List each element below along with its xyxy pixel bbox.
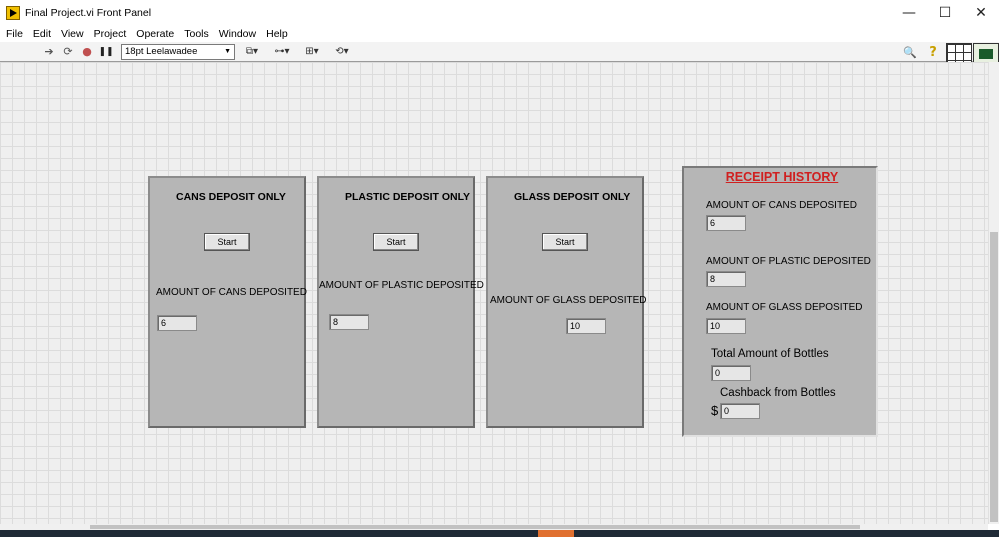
glass-deposit-panel: GLASS DEPOSIT ONLY Start AMOUNT OF GLASS… [486,176,647,428]
font-select[interactable]: 18pt Leelawadee ▼ [121,43,235,60]
vertical-scrollbar-thumb[interactable] [990,232,998,522]
taskbar-active-app[interactable] [538,530,574,537]
glass-amount-field[interactable]: 10 [566,318,606,334]
cans-amount-field[interactable]: 6 [157,315,197,331]
os-taskbar [0,530,999,537]
menu-window[interactable]: Window [214,28,261,40]
receipt-history-panel: RECEIPT HISTORY AMOUNT OF CANS DEPOSITED… [682,166,878,437]
labview-app-icon [6,6,20,20]
title-bar: Final Project.vi Front Panel — ☐ ✕ [0,0,999,26]
font-select-value: 18pt Leelawadee [125,46,198,57]
cans-deposit-panel: CANS DEPOSIT ONLY Start AMOUNT OF CANS D… [148,176,307,428]
run-continuously-icon[interactable]: ⟳ [61,45,75,59]
currency-symbol: $ [711,403,719,418]
vertical-scrollbar[interactable] [988,62,999,524]
minimize-button[interactable]: — [891,0,927,26]
plastic-amount-label: AMOUNT OF PLASTIC DEPOSITED [319,280,484,291]
close-button[interactable]: ✕ [963,0,999,26]
cashback-label: Cashback from Bottles [720,387,836,399]
maximize-button[interactable]: ☐ [927,0,963,26]
plastic-deposit-title: PLASTIC DEPOSIT ONLY [345,191,471,203]
receipt-history-title: RECEIPT HISTORY [725,170,839,184]
menu-project[interactable]: Project [89,28,132,40]
menu-operate[interactable]: Operate [131,28,179,40]
cans-amount-label: AMOUNT OF CANS DEPOSITED [156,287,307,298]
toolbar: ➔ ⟳ ● ❚❚ 18pt Leelawadee ▼ ⧉▾ ⊶▾ ⊞▾ ⟲▾ 🔍… [0,42,999,69]
chevron-down-icon: ▼ [224,48,231,55]
receipt-glass-label: AMOUNT OF GLASS DEPOSITED [706,302,863,313]
receipt-glass-field[interactable]: 10 [706,318,746,334]
menu-file[interactable]: File [0,28,28,40]
menu-tools[interactable]: Tools [179,28,214,40]
cans-deposit-title: CANS DEPOSIT ONLY [176,191,286,203]
pause-icon[interactable]: ❚❚ [98,45,113,59]
window-title: Final Project.vi Front Panel [25,7,152,19]
abort-execution-icon[interactable]: ● [80,45,94,59]
align-objects-icon[interactable]: ⧉▾ [241,45,263,59]
menu-view[interactable]: View [56,28,89,40]
reorder-icon[interactable]: ⟲▾ [331,45,353,59]
receipt-plastic-label: AMOUNT OF PLASTIC DEPOSITED [706,256,871,267]
total-bottles-field[interactable]: 0 [711,365,751,381]
receipt-cans-label: AMOUNT OF CANS DEPOSITED [706,200,857,211]
resize-objects-icon[interactable]: ⊞▾ [301,45,323,59]
cashback-field[interactable]: 0 [720,403,760,419]
toolbar-right: 🔍 ? [902,42,999,69]
menu-edit[interactable]: Edit [28,28,56,40]
receipt-cans-field[interactable]: 6 [706,215,746,231]
distribute-objects-icon[interactable]: ⊶▾ [271,45,293,59]
window-controls: — ☐ ✕ [891,0,999,26]
context-help-icon[interactable]: ? [926,45,940,60]
glass-deposit-title: GLASS DEPOSIT ONLY [514,191,631,203]
plastic-amount-field[interactable]: 8 [329,314,369,330]
horizontal-scrollbar-thumb[interactable] [90,525,860,529]
glass-start-button[interactable]: Start [542,233,588,251]
receipt-plastic-field[interactable]: 8 [706,271,746,287]
total-bottles-label: Total Amount of Bottles [711,348,829,360]
cans-start-button[interactable]: Start [204,233,250,251]
menu-bar: File Edit View Project Operate Tools Win… [0,26,999,42]
search-icon[interactable]: 🔍 [902,45,918,59]
menu-help[interactable]: Help [261,28,293,40]
plastic-start-button[interactable]: Start [373,233,419,251]
plastic-deposit-panel: PLASTIC DEPOSIT ONLY Start AMOUNT OF PLA… [317,176,484,428]
run-arrow-icon[interactable]: ➔ [42,45,56,59]
glass-amount-label: AMOUNT OF GLASS DEPOSITED [490,295,647,306]
toolbar-arrange-group: ⧉▾ ⊶▾ ⊞▾ ⟲▾ [241,45,353,59]
